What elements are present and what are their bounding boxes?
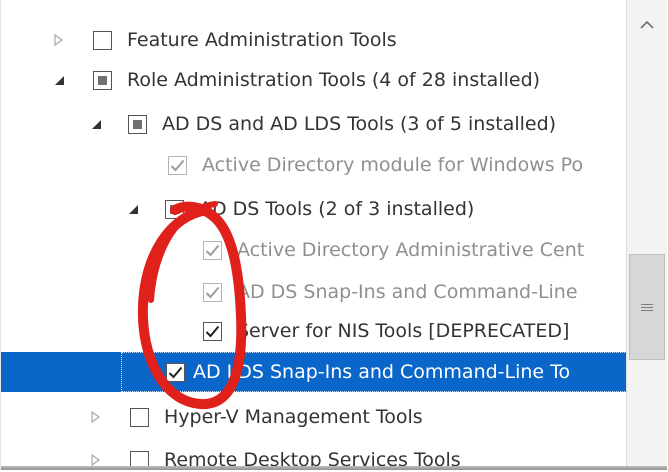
features-tree: Feature Administration Tools Role Admini… bbox=[1, 0, 627, 470]
collapsed-triangle-icon[interactable] bbox=[51, 32, 67, 48]
tree-item-label: AD DS and AD LDS Tools (3 of 5 installed… bbox=[162, 113, 557, 135]
tree-item-label: Server for NIS Tools [DEPRECATED] bbox=[237, 320, 570, 342]
checked-checkbox[interactable] bbox=[203, 321, 222, 341]
tree-item-label: AD DS Snap-Ins and Command-Line bbox=[237, 281, 578, 303]
tree-item-hyper-v-management-tools[interactable]: Hyper-V Management Tools bbox=[1, 397, 627, 437]
scrollbar-thumb[interactable] bbox=[629, 254, 665, 360]
scroll-grip-icon bbox=[641, 302, 653, 313]
disabled-checked-checkbox[interactable] bbox=[203, 240, 222, 260]
expanded-triangle-icon[interactable] bbox=[125, 201, 141, 217]
tree-item-label: Role Administration Tools (4 of 28 insta… bbox=[127, 69, 541, 91]
features-tree-panel: Feature Administration Tools Role Admini… bbox=[0, 0, 667, 470]
partial-checkbox[interactable] bbox=[93, 70, 112, 90]
collapsed-triangle-icon[interactable] bbox=[88, 409, 104, 425]
tree-item-label: Active Directory module for Windows Po bbox=[202, 154, 584, 176]
expanded-triangle-icon[interactable] bbox=[88, 116, 104, 132]
expanded-triangle-icon[interactable] bbox=[51, 72, 67, 88]
partial-checkbox[interactable] bbox=[165, 199, 184, 219]
bottom-edge-shadow bbox=[1, 466, 667, 470]
feature-checkbox[interactable] bbox=[93, 30, 112, 50]
tree-item-label: Hyper-V Management Tools bbox=[164, 406, 423, 428]
disabled-checked-checkbox[interactable] bbox=[203, 282, 222, 302]
tree-item-active-directory-module[interactable]: Active Directory module for Windows Po bbox=[1, 145, 627, 185]
unchecked-checkbox[interactable] bbox=[130, 407, 149, 427]
chevron-up-icon bbox=[640, 20, 654, 29]
tree-item-server-for-nis-tools[interactable]: Server for NIS Tools [DEPRECATED] bbox=[1, 311, 627, 351]
selection-focus-outline bbox=[121, 352, 627, 392]
tree-item-feature-administration-tools[interactable]: Feature Administration Tools bbox=[1, 20, 627, 60]
tree-item-active-directory-administrative-center[interactable]: Active Directory Administrative Cent bbox=[1, 230, 627, 270]
tree-item-label: Feature Administration Tools bbox=[127, 29, 397, 51]
disabled-checked-checkbox[interactable] bbox=[168, 155, 187, 175]
vertical-scrollbar[interactable] bbox=[626, 0, 667, 470]
tree-item-label: Active Directory Administrative Cent bbox=[237, 239, 585, 261]
tree-item-ad-ds-snap-ins[interactable]: AD DS Snap-Ins and Command-Line bbox=[1, 272, 627, 312]
tree-item-ad-ds-tools[interactable]: AD DS Tools (2 of 3 installed) bbox=[1, 189, 627, 229]
scroll-up-button[interactable] bbox=[632, 10, 662, 40]
tree-item-role-administration-tools[interactable]: Role Administration Tools (4 of 28 insta… bbox=[1, 60, 627, 100]
tree-item-ad-ds-and-ad-lds-tools[interactable]: AD DS and AD LDS Tools (3 of 5 installed… bbox=[1, 104, 627, 144]
partial-checkbox[interactable] bbox=[128, 114, 147, 134]
tree-item-label: AD DS Tools (2 of 3 installed) bbox=[199, 198, 475, 220]
